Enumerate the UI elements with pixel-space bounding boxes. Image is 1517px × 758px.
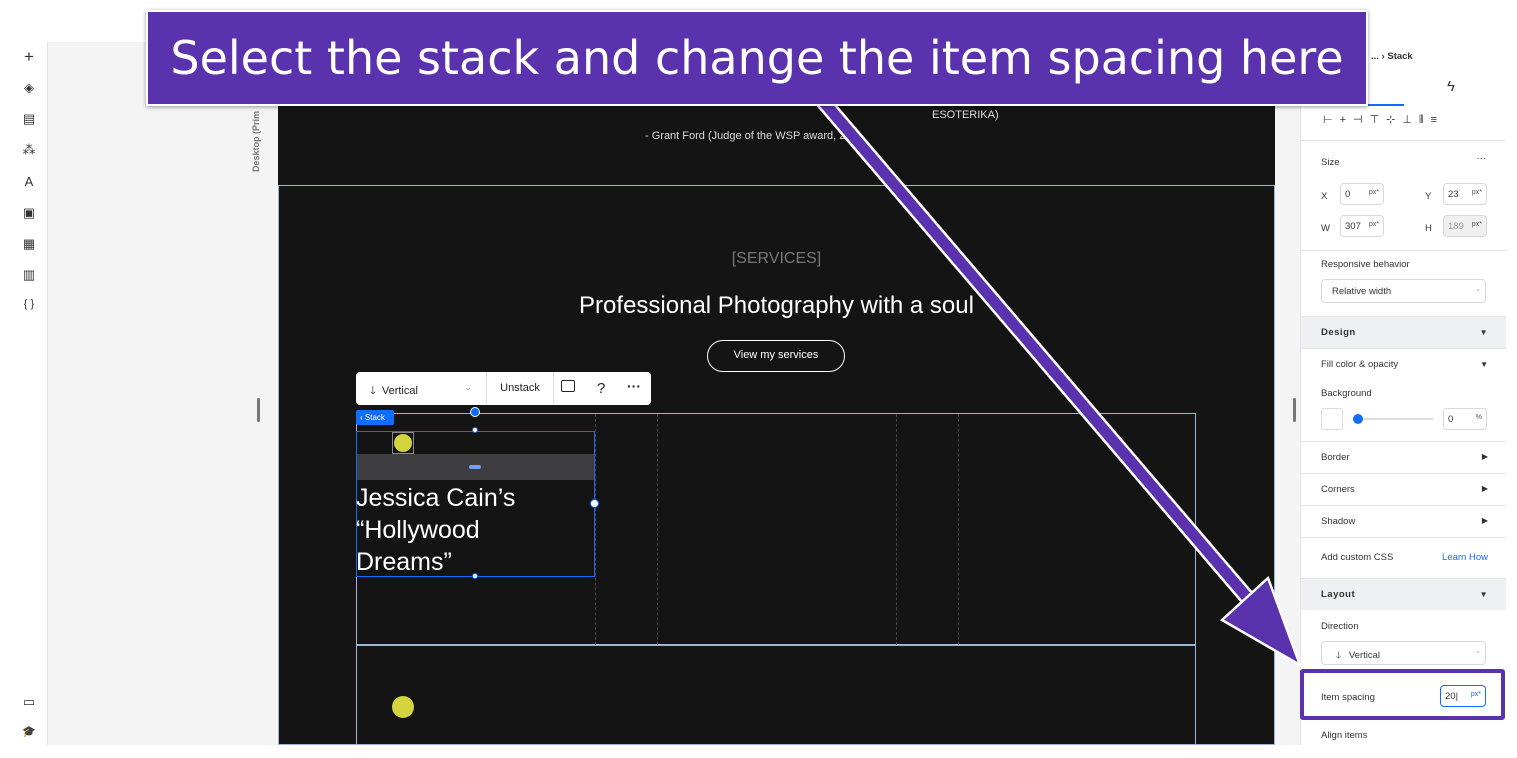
annotation-arrow (815, 94, 1303, 668)
instruction-callout: Select the stack and change the item spa… (146, 10, 1368, 106)
